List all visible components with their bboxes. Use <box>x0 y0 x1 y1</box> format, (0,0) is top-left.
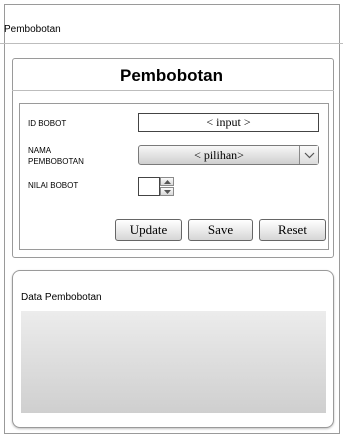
nilai-bobot-input[interactable] <box>138 177 160 196</box>
save-button[interactable]: Save <box>188 219 253 241</box>
nama-pembobotan-selected: < pilihan> <box>194 148 244 162</box>
nilai-bobot-label: NILAI BOBOT <box>28 181 79 190</box>
reset-button[interactable]: Reset <box>259 219 326 241</box>
id-bobot-input[interactable]: < input > <box>138 113 319 132</box>
arrow-down-icon <box>164 190 171 194</box>
arrow-up-icon <box>164 180 171 184</box>
nama-pembobotan-select[interactable]: < pilihan> <box>138 145 319 165</box>
spin-down-button[interactable] <box>160 187 174 196</box>
nama-pembobotan-label-line2: PEMBOBOTAN <box>28 157 84 166</box>
data-section-label: Data Pembobotan <box>21 292 102 303</box>
spin-up-button[interactable] <box>160 177 174 186</box>
heading-divider <box>12 90 334 91</box>
chevron-down-icon <box>304 152 315 159</box>
data-table[interactable] <box>21 311 326 413</box>
window-title: Pembobotan <box>4 24 61 35</box>
dropdown-button[interactable] <box>299 146 318 164</box>
page-title: Pembobotan <box>120 66 223 85</box>
update-button[interactable]: Update <box>115 219 182 241</box>
title-divider <box>0 43 343 44</box>
id-bobot-label: ID BOBOT <box>28 119 67 128</box>
nama-pembobotan-label-line1: NAMA <box>28 146 52 155</box>
